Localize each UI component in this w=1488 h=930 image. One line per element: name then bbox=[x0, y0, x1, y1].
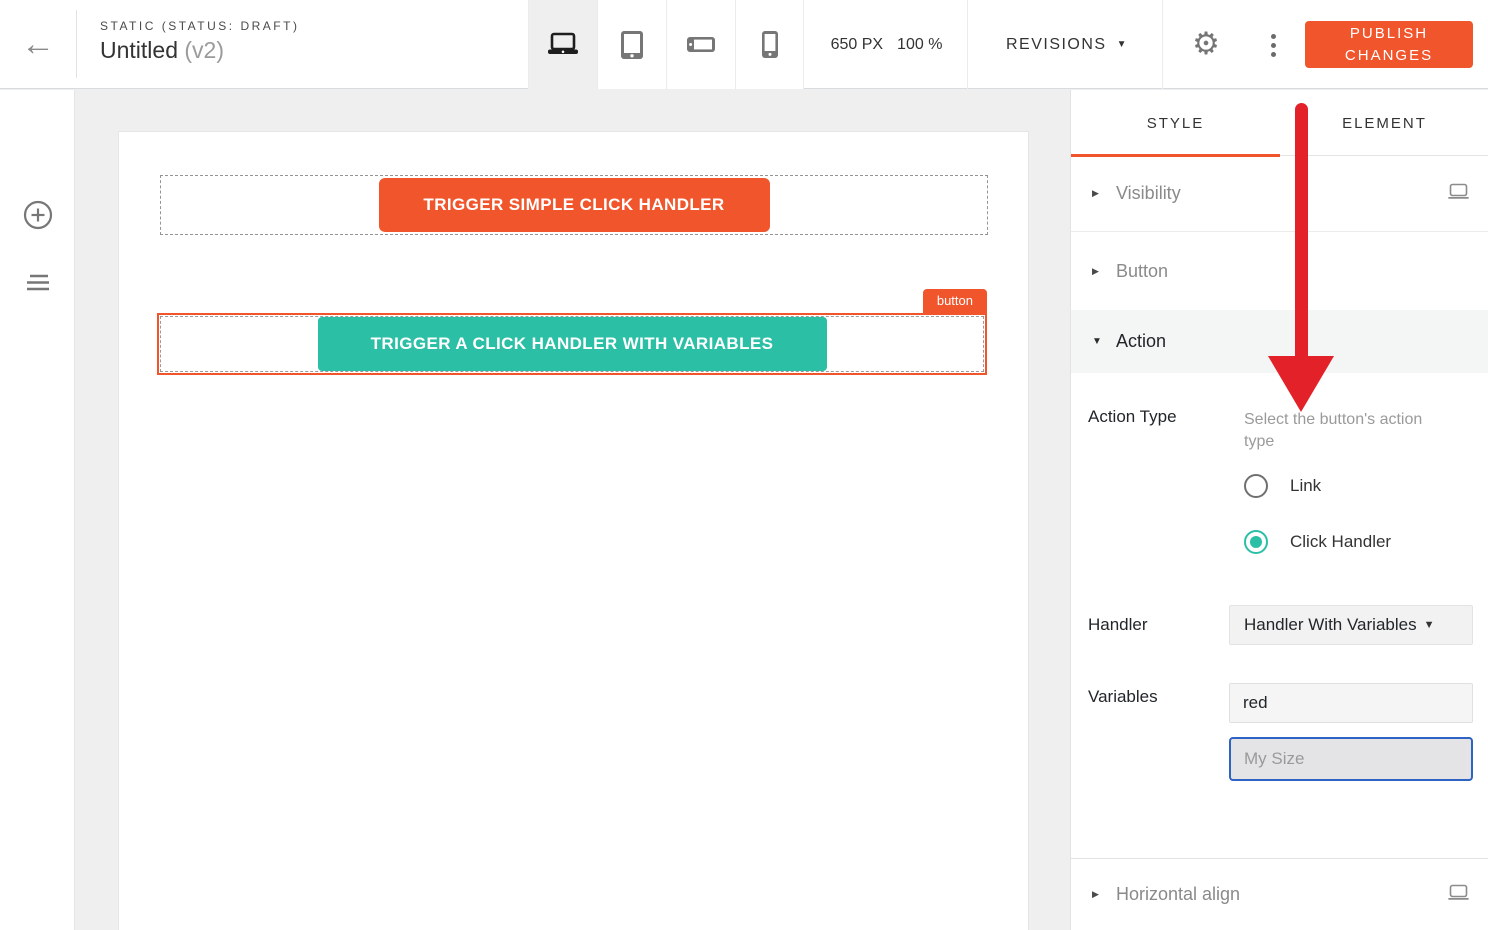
action-type-label: Action Type bbox=[1088, 407, 1177, 427]
gear-icon: ⚙ bbox=[1192, 26, 1220, 62]
inspector-tabs: STYLE ELEMENT bbox=[1071, 90, 1488, 156]
radio-click-handler-label: Click Handler bbox=[1290, 532, 1391, 552]
variable-input-1[interactable] bbox=[1229, 683, 1473, 723]
page-width-value: 650 PX bbox=[831, 36, 883, 54]
tab-element[interactable]: ELEMENT bbox=[1280, 90, 1488, 156]
section-button[interactable]: ▶ Button bbox=[1071, 232, 1488, 310]
device-preview-switcher bbox=[528, 0, 804, 89]
device-phone-landscape-button[interactable] bbox=[666, 0, 735, 89]
section-visibility[interactable]: ▶ Visibility bbox=[1071, 156, 1488, 232]
variable-input-2[interactable] bbox=[1229, 737, 1473, 781]
layers-list-button[interactable] bbox=[22, 266, 54, 298]
section-action-header[interactable]: ▼ Action bbox=[1071, 310, 1488, 373]
chevron-down-icon: ▼ bbox=[1424, 619, 1435, 631]
chevron-right-icon: ▶ bbox=[1092, 266, 1106, 277]
chevron-right-icon: ▶ bbox=[1092, 889, 1106, 900]
action-type-hint: Select the button's action type bbox=[1244, 409, 1449, 454]
zoom-level-value: 100 % bbox=[897, 36, 942, 54]
device-tablet-button[interactable] bbox=[597, 0, 666, 89]
left-toolbar bbox=[0, 90, 75, 930]
device-phone-button[interactable] bbox=[735, 0, 804, 89]
monitor-icon bbox=[1448, 183, 1469, 199]
section-horizontal-align[interactable]: ▶ Horizontal align bbox=[1071, 859, 1488, 930]
canvas-size-indicator: 650 PX 100 % bbox=[806, 0, 968, 89]
settings-button[interactable]: ⚙ bbox=[1184, 22, 1228, 66]
document-name: Untitled bbox=[100, 37, 178, 63]
per-device-toggle[interactable] bbox=[1448, 183, 1469, 204]
document-version: (v2) bbox=[184, 37, 224, 63]
chevron-down-icon: ▼ bbox=[1117, 39, 1128, 50]
app-root: ← STATIC (STATUS: DRAFT) Untitled (v2) bbox=[0, 0, 1488, 930]
inspector-panel: STYLE ELEMENT ▶ Visibility ▶ Button ▼ Ac… bbox=[1070, 90, 1488, 930]
handler-select-value: Handler With Variables bbox=[1244, 615, 1417, 635]
radio-click-handler[interactable] bbox=[1244, 530, 1268, 554]
variables-label: Variables bbox=[1088, 687, 1158, 707]
section-action-label: Action bbox=[1116, 331, 1166, 352]
document-title-block: STATIC (STATUS: DRAFT) Untitled (v2) bbox=[100, 19, 299, 64]
chevron-right-icon: ▶ bbox=[1092, 188, 1106, 199]
tablet-icon bbox=[620, 30, 644, 60]
list-icon bbox=[23, 271, 53, 293]
more-options-button[interactable] bbox=[1254, 24, 1292, 66]
document-status: STATIC (STATUS: DRAFT) bbox=[100, 19, 299, 33]
button-block-selected[interactable]: button TRIGGER A CLICK HANDLER WITH VARI… bbox=[157, 313, 987, 375]
section-horizontal-align-label: Horizontal align bbox=[1116, 884, 1240, 905]
revisions-label: REVISIONS bbox=[1006, 36, 1107, 54]
tab-style[interactable]: STYLE bbox=[1071, 90, 1280, 156]
handler-select[interactable]: Handler With Variables ▼ bbox=[1229, 605, 1473, 645]
device-desktop-button[interactable] bbox=[528, 0, 597, 89]
section-visibility-label: Visibility bbox=[1116, 183, 1181, 204]
monitor-icon bbox=[1448, 884, 1469, 900]
selection-tag: button bbox=[923, 289, 987, 313]
phone-portrait-icon bbox=[761, 30, 779, 59]
handler-label: Handler bbox=[1088, 615, 1148, 635]
chevron-down-icon: ▼ bbox=[1092, 336, 1106, 347]
plus-circle-icon bbox=[22, 199, 54, 231]
radio-option-link[interactable]: Link bbox=[1244, 474, 1321, 498]
radio-link-label: Link bbox=[1290, 476, 1321, 496]
kebab-menu-icon bbox=[1271, 34, 1276, 39]
button-block-simple[interactable]: TRIGGER SIMPLE CLICK HANDLER bbox=[160, 175, 988, 235]
laptop-icon bbox=[546, 32, 580, 57]
phone-landscape-icon bbox=[686, 36, 716, 53]
trigger-simple-click-handler-button[interactable]: TRIGGER SIMPLE CLICK HANDLER bbox=[379, 178, 770, 232]
add-block-button[interactable] bbox=[22, 199, 54, 231]
divider bbox=[76, 10, 77, 78]
page-title: Untitled (v2) bbox=[100, 37, 299, 64]
section-button-label: Button bbox=[1116, 261, 1168, 282]
trigger-click-handler-variables-button[interactable]: TRIGGER A CLICK HANDLER WITH VARIABLES bbox=[318, 317, 827, 371]
per-device-toggle[interactable] bbox=[1448, 884, 1469, 905]
back-button[interactable]: ← bbox=[14, 18, 62, 70]
page-preview bbox=[119, 132, 1028, 930]
top-bar: ← STATIC (STATUS: DRAFT) Untitled (v2) bbox=[0, 0, 1488, 89]
radio-link[interactable] bbox=[1244, 474, 1268, 498]
back-arrow-icon: ← bbox=[21, 25, 55, 64]
revisions-button[interactable]: REVISIONS ▼ bbox=[972, 0, 1163, 89]
publish-changes-button[interactable]: PUBLISH CHANGES bbox=[1305, 21, 1473, 68]
radio-option-click-handler[interactable]: Click Handler bbox=[1244, 530, 1391, 554]
